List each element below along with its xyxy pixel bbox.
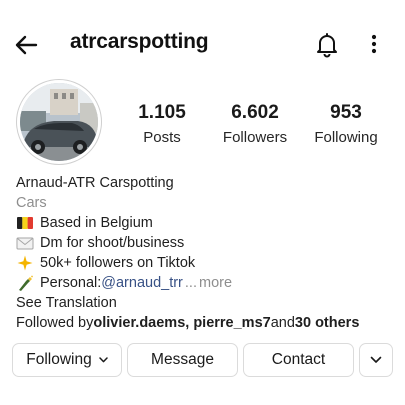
bio-location-text: Based in Belgium — [40, 215, 153, 231]
bio-line-contact: Dm for shoot/business — [16, 233, 396, 253]
following-value: 953 — [330, 102, 362, 123]
chevron-down-icon — [370, 356, 382, 363]
bio-tiktok-text: 50k+ followers on Tiktok — [40, 255, 196, 271]
posts-value: 1.105 — [138, 102, 186, 123]
followed-by-line[interactable]: Followed by olivier.daems, pierre_ms7 an… — [16, 313, 396, 333]
notifications-button[interactable] — [313, 30, 341, 58]
bio-contact-text: Dm for shoot/business — [40, 235, 185, 251]
followed-by-conjunction: and — [270, 315, 295, 331]
vertical-dots-icon — [371, 34, 377, 54]
following-button-label: Following — [26, 351, 92, 368]
profile-bio: Arnaud-ATR Carspotting Cars Based in Bel… — [16, 173, 396, 333]
bio-line-location: Based in Belgium — [16, 213, 396, 233]
bio-ellipsis: ... — [184, 275, 197, 291]
contact-button[interactable]: Contact — [243, 343, 354, 377]
sparkle-icon — [17, 255, 33, 271]
followers-count[interactable]: 6.602 Followers — [214, 103, 296, 146]
envelope-icon — [16, 237, 34, 250]
car-photo-avatar — [20, 83, 98, 161]
chevron-down-icon — [98, 357, 108, 363]
following-count[interactable]: 953 Following — [307, 103, 385, 146]
message-button[interactable]: Message — [127, 343, 238, 377]
profile-username: atrcarspotting — [70, 30, 209, 53]
bio-category-line: Cars — [16, 193, 396, 213]
more-options-button[interactable] — [362, 30, 386, 58]
back-button[interactable] — [12, 30, 42, 60]
top-bar: atrcarspotting — [0, 0, 405, 88]
bio-line-personal: Personal: @arnaud_trr ... more — [16, 273, 396, 293]
followers-value: 6.602 — [231, 102, 279, 123]
bell-icon — [317, 33, 337, 58]
belgium-flag-icon — [17, 217, 33, 229]
followed-by-others: 30 others — [294, 315, 360, 331]
followed-by-users: olivier.daems, pierre_ms7 — [93, 315, 271, 331]
display-name: Arnaud-ATR Carspotting — [16, 175, 174, 191]
bio-name-line: Arnaud-ATR Carspotting — [16, 173, 396, 193]
profile-avatar[interactable] — [16, 79, 102, 165]
personal-account-mention[interactable]: @arnaud_trr — [101, 273, 183, 293]
bio-line-tiktok: 50k+ followers on Tiktok — [16, 253, 396, 273]
bio-more-link[interactable]: more — [199, 273, 232, 293]
followers-label: Followers — [222, 129, 288, 146]
see-translation-link[interactable]: See Translation — [16, 293, 396, 313]
following-label: Following — [314, 129, 378, 146]
profile-category: Cars — [16, 195, 47, 211]
suggested-accounts-button[interactable] — [359, 343, 393, 377]
arrow-left-icon — [15, 35, 38, 55]
posts-label: Posts — [143, 129, 181, 146]
following-button[interactable]: Following — [12, 343, 122, 377]
posts-count[interactable]: 1.105 Posts — [126, 103, 198, 146]
bio-personal-prefix: Personal: — [40, 275, 102, 291]
followed-by-prefix: Followed by — [16, 315, 94, 331]
profile-actions: Following Message Contact — [0, 343, 405, 377]
champagne-bottle-icon — [19, 275, 33, 291]
